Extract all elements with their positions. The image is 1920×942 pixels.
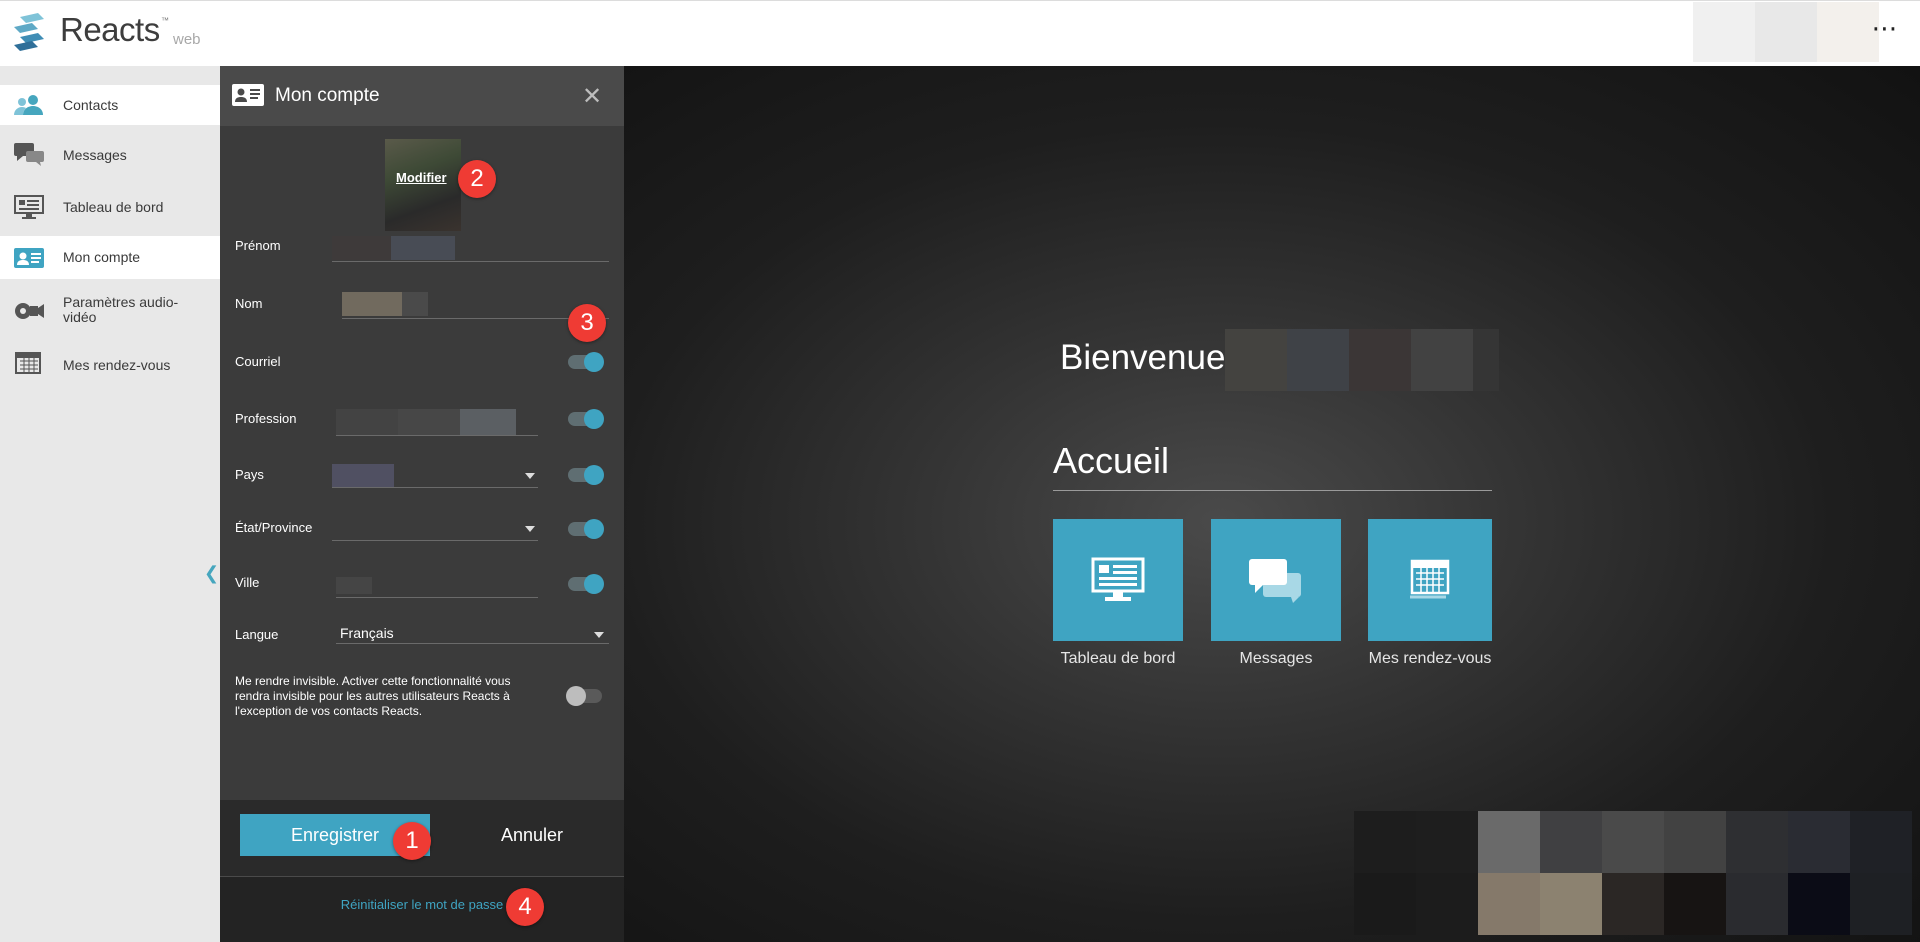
sidebar-item-contacts[interactable]: Contacts — [0, 85, 220, 125]
state-underline — [332, 540, 538, 541]
email-label: Courriel — [235, 354, 281, 369]
sidebar-item-label: Mon compte — [63, 249, 141, 265]
sidebar-item-dashboard[interactable]: Tableau de bord — [0, 185, 220, 229]
dashboard-icon — [14, 195, 44, 219]
sidebar-item-appointments[interactable]: Mes rendez-vous — [0, 345, 220, 385]
profession-visibility-toggle[interactable] — [568, 409, 604, 429]
sidebar-item-label: Messages — [63, 147, 127, 163]
last-name-label: Nom — [235, 296, 263, 311]
first-name-input-value — [391, 236, 455, 260]
panel-header: Mon compte ✕ — [220, 66, 624, 126]
chevron-down-icon — [525, 526, 535, 532]
calendar-icon — [15, 352, 41, 374]
invisible-mode-toggle[interactable] — [566, 686, 602, 706]
account-card-icon — [14, 248, 44, 268]
sidebar-item-messages[interactable]: Messages — [0, 135, 220, 175]
last-name-input[interactable] — [342, 292, 404, 316]
collapse-sidebar-icon[interactable]: ❮ — [204, 563, 219, 584]
tile-label: Mes rendez-vous — [1368, 650, 1492, 667]
account-panel: Mon compte ✕ Modifier Prénom Nom Courrie… — [220, 66, 624, 942]
tile-label: Messages — [1239, 650, 1313, 667]
welcome-heading: Bienvenue — [1060, 338, 1226, 377]
home-area: Bienvenue Accueil Tableau de bord Messag… — [624, 66, 1920, 942]
city-label: Ville — [235, 575, 260, 590]
panel-footer: Réinitialiser le mot de passe — [220, 876, 624, 942]
tile-appointments[interactable] — [1368, 519, 1492, 641]
country-label: Pays — [235, 467, 264, 482]
sidebar-item-audio-video-settings[interactable]: Paramètres audio-vidéo — [0, 285, 220, 335]
profile-photo — [385, 139, 461, 231]
city-underline — [336, 597, 538, 598]
sidebar-item-label: Paramètres audio-vidéo — [63, 294, 179, 325]
state-select[interactable] — [332, 516, 538, 540]
app-suffix: web — [173, 31, 201, 48]
email-input[interactable] — [332, 348, 552, 370]
calendar-icon — [1410, 559, 1450, 599]
messages-icon — [1249, 559, 1301, 603]
home-divider — [1053, 490, 1492, 491]
reacts-logo-icon — [14, 13, 44, 51]
annotation-badge-3: 3 — [568, 304, 606, 342]
reset-password-link[interactable]: Réinitialiser le mot de passe — [220, 897, 624, 912]
first-name-input[interactable] — [332, 236, 394, 260]
sidebar: Contacts Messages Tableau de bord Mon co… — [0, 66, 220, 942]
trademark: ™ — [161, 16, 169, 25]
profession-input-value-2 — [460, 409, 516, 435]
annotation-badge-1: 1 — [393, 822, 431, 860]
sidebar-item-label: Tableau de bord — [63, 199, 164, 215]
first-name-label: Prénom — [235, 238, 281, 253]
profession-input[interactable] — [336, 409, 398, 435]
tile-dashboard[interactable] — [1053, 519, 1183, 641]
language-label: Langue — [235, 627, 279, 642]
home-title: Accueil — [1053, 440, 1170, 481]
chevron-down-icon — [525, 473, 535, 479]
sidebar-item-account[interactable]: Mon compte — [0, 236, 220, 279]
language-underline — [336, 643, 609, 644]
audio-video-settings-icon — [15, 303, 44, 319]
panel-title: Mon compte — [275, 85, 380, 106]
profession-label: Profession — [235, 411, 297, 426]
messages-icon — [14, 143, 44, 166]
tile-label: Tableau de bord — [1060, 650, 1176, 667]
tile-messages[interactable] — [1211, 519, 1341, 641]
state-label: État/Province — [235, 520, 313, 535]
annotation-badge-4: 4 — [506, 888, 544, 926]
language-select[interactable]: Français — [340, 625, 394, 641]
close-icon[interactable]: ✕ — [582, 82, 602, 111]
account-card-icon — [232, 84, 264, 106]
annotation-badge-2: 2 — [458, 160, 496, 198]
state-visibility-toggle[interactable] — [568, 519, 604, 539]
profession-input-value — [398, 409, 460, 435]
city-input[interactable] — [336, 577, 372, 594]
country-underline — [332, 487, 538, 488]
invisible-mode-description: Me rendre invisible. Activer cette fonct… — [235, 674, 511, 718]
profession-underline — [336, 435, 538, 436]
country-select[interactable] — [332, 464, 394, 487]
user-name-pixelated — [1225, 329, 1499, 391]
modify-photo-link[interactable]: Modifier — [396, 170, 447, 185]
sidebar-item-label: Contacts — [63, 97, 119, 113]
city-visibility-toggle[interactable] — [568, 574, 604, 594]
app-name: Reacts — [60, 11, 160, 48]
contacts-icon — [14, 95, 43, 115]
user-avatar-pixelated[interactable] — [1693, 2, 1879, 62]
self-video-preview-pixelated — [1354, 811, 1912, 935]
last-name-input-value — [402, 292, 428, 316]
dashboard-icon — [1091, 557, 1145, 601]
sidebar-item-label: Mes rendez-vous — [63, 357, 171, 373]
first-name-underline — [332, 261, 609, 262]
country-visibility-toggle[interactable] — [568, 465, 604, 485]
cancel-button[interactable]: Annuler — [472, 814, 592, 856]
more-options-button[interactable]: ⋯ — [1860, 15, 1910, 51]
top-bar: Reacts ™ web ⋯ — [0, 0, 1920, 66]
email-visibility-toggle[interactable] — [568, 352, 604, 372]
chevron-down-icon — [594, 632, 604, 638]
